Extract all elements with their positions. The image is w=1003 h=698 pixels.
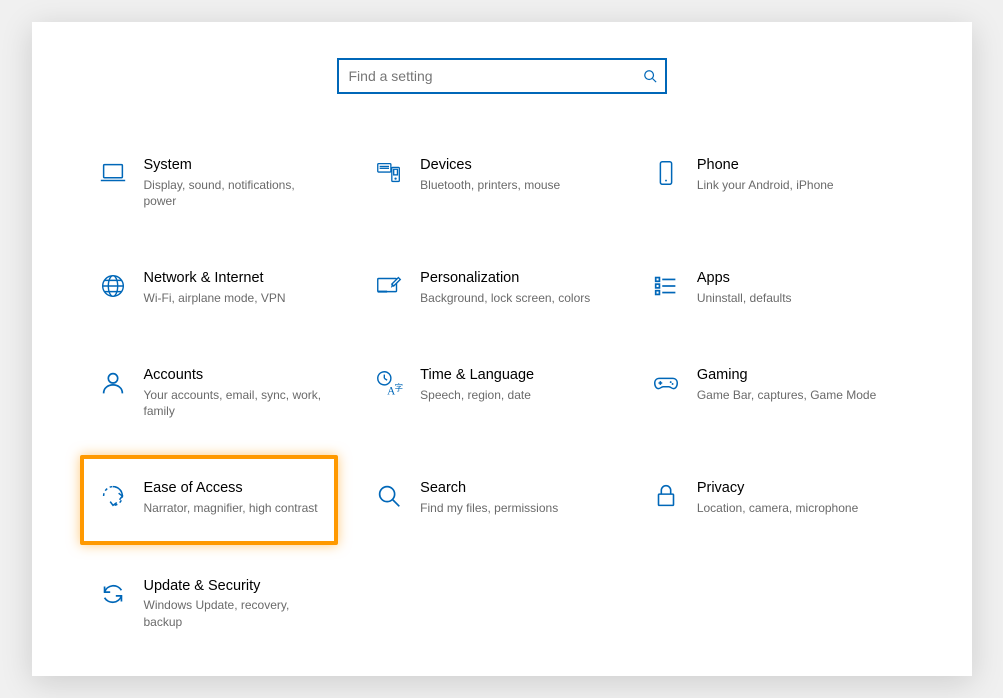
category-update-security[interactable]: Update & SecurityWindows Update, recover… xyxy=(92,571,359,636)
category-title: Time & Language xyxy=(420,366,534,385)
category-desc: Wi-Fi, airplane mode, VPN xyxy=(144,290,286,306)
category-text: Gaming Game Bar, captures, Game Mode xyxy=(697,366,876,403)
category-devices[interactable]: Devices Bluetooth, printers, mouse xyxy=(368,150,635,215)
category-title: Gaming xyxy=(697,366,876,385)
category-accounts[interactable]: Accounts Your accounts, email, sync, work… xyxy=(92,360,359,425)
category-desc: Location, camera, microphone xyxy=(697,500,858,516)
search-input[interactable] xyxy=(347,67,639,85)
category-privacy[interactable]: Privacy Location, camera, microphone xyxy=(645,473,912,522)
category-desc: Windows Update, recovery, backup xyxy=(144,597,324,629)
category-network[interactable]: Network & Internet Wi-Fi, airplane mode, … xyxy=(92,263,359,312)
category-apps[interactable]: Apps Uninstall, defaults xyxy=(645,263,912,312)
category-title: Ease of Access xyxy=(144,479,318,498)
category-text: Time & Language Speech, region, date xyxy=(420,366,534,403)
category-desc: Link your Android, iPhone xyxy=(697,177,834,193)
sync-icon xyxy=(96,577,130,611)
category-desc: Narrator, magnifier, high contrast xyxy=(144,500,318,516)
category-personalization[interactable]: Personalization Background, lock screen, … xyxy=(368,263,635,312)
category-text: Privacy Location, camera, microphone xyxy=(697,479,858,516)
category-title: Personalization xyxy=(420,269,590,288)
category-text: Accounts Your accounts, email, sync, work… xyxy=(144,366,324,419)
category-title: Phone xyxy=(697,156,834,175)
person-icon xyxy=(96,366,130,400)
category-text: Phone Link your Android, iPhone xyxy=(697,156,834,193)
accessibility-icon xyxy=(96,479,130,513)
settings-window: System Display, sound, notifications, pow… xyxy=(32,22,972,676)
category-text: Ease of Access Narrator, magnifier, high … xyxy=(144,479,318,516)
category-gaming[interactable]: Gaming Game Bar, captures, Game Mode xyxy=(645,360,912,425)
globe-icon xyxy=(96,269,130,303)
svg-text:字: 字 xyxy=(395,383,403,393)
category-title: System xyxy=(144,156,324,175)
category-text: Devices Bluetooth, printers, mouse xyxy=(420,156,560,193)
category-title: Devices xyxy=(420,156,560,175)
category-title: Network & Internet xyxy=(144,269,286,288)
category-phone[interactable]: Phone Link your Android, iPhone xyxy=(645,150,912,215)
category-text: Search Find my files, permissions xyxy=(420,479,558,516)
laptop-icon xyxy=(96,156,130,190)
category-desc: Speech, region, date xyxy=(420,387,534,403)
magnifier-icon xyxy=(372,479,406,513)
category-text: Personalization Background, lock screen, … xyxy=(420,269,590,306)
search-icon xyxy=(643,69,657,83)
category-time-language[interactable]: A 字 Time & Language Speech, region, date xyxy=(368,360,635,425)
category-desc: Uninstall, defaults xyxy=(697,290,792,306)
category-ease-of-access[interactable]: Ease of Access Narrator, magnifier, high … xyxy=(92,473,359,522)
category-title: Accounts xyxy=(144,366,324,385)
devices-icon xyxy=(372,156,406,190)
phone-icon xyxy=(649,156,683,190)
lock-icon xyxy=(649,479,683,513)
category-title: Search xyxy=(420,479,558,498)
category-desc: Background, lock screen, colors xyxy=(420,290,590,306)
category-title: Apps xyxy=(697,269,792,288)
search-box[interactable] xyxy=(337,58,667,94)
category-title: Privacy xyxy=(697,479,858,498)
category-desc: Bluetooth, printers, mouse xyxy=(420,177,560,193)
category-system[interactable]: System Display, sound, notifications, pow… xyxy=(92,150,359,215)
category-desc: Game Bar, captures, Game Mode xyxy=(697,387,876,403)
category-search[interactable]: Search Find my files, permissions xyxy=(368,473,635,522)
category-text: Update & SecurityWindows Update, recover… xyxy=(144,577,324,630)
category-text: Network & Internet Wi-Fi, airplane mode, … xyxy=(144,269,286,306)
category-title: Update & Security xyxy=(144,577,324,596)
search-container xyxy=(92,58,912,94)
paintbrush-icon xyxy=(372,269,406,303)
category-desc: Find my files, permissions xyxy=(420,500,558,516)
settings-grid: System Display, sound, notifications, pow… xyxy=(92,150,912,636)
time-language-icon: A 字 xyxy=(372,366,406,400)
category-text: System Display, sound, notifications, pow… xyxy=(144,156,324,209)
category-text: Apps Uninstall, defaults xyxy=(697,269,792,306)
apps-list-icon xyxy=(649,269,683,303)
category-desc: Your accounts, email, sync, work, family xyxy=(144,387,324,419)
gamepad-icon xyxy=(649,366,683,400)
category-desc: Display, sound, notifications, power xyxy=(144,177,324,209)
